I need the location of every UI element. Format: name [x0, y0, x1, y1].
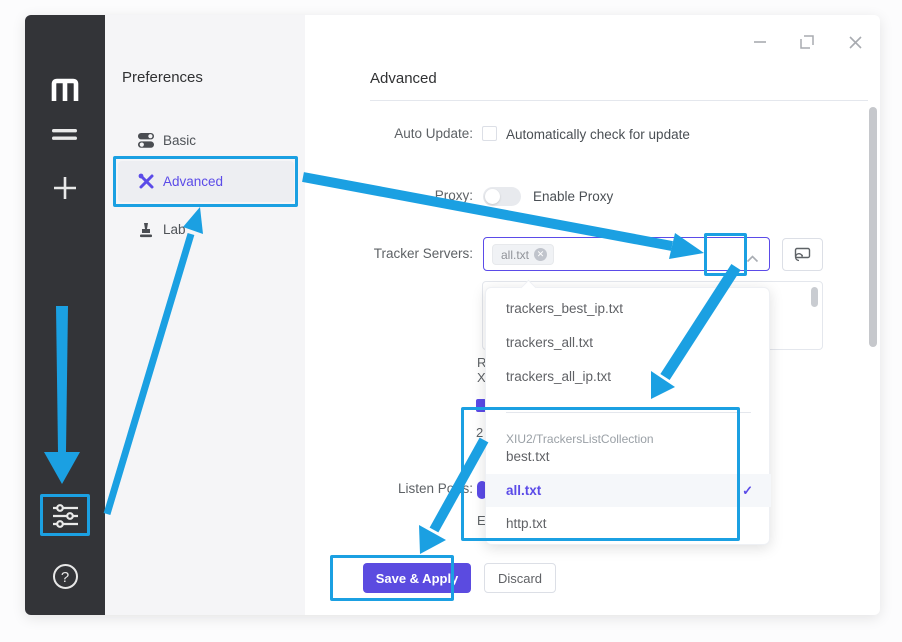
discard-button[interactable]: Discard	[484, 563, 556, 593]
chevron-up-icon[interactable]	[746, 250, 759, 268]
proxy-label: Proxy:	[330, 188, 473, 203]
tracker-select[interactable]: all.txt ✕	[483, 237, 770, 271]
sync-icon	[794, 247, 811, 262]
stamp-icon	[137, 221, 155, 239]
auto-update-label: Auto Update:	[330, 126, 473, 141]
tracker-servers-label: Tracker Servers:	[330, 246, 473, 261]
dropdown-divider	[506, 412, 751, 413]
tag-label: all.txt	[501, 248, 529, 262]
divider	[370, 100, 868, 101]
nav-item-lab[interactable]: Lab	[118, 209, 294, 250]
dropdown-item-selected[interactable]: all.txt ✓	[486, 474, 771, 507]
advanced-panel: Advanced Auto Update: Automatically chec…	[305, 15, 880, 615]
proxy-option: Enable Proxy	[533, 189, 613, 204]
preferences-nav: Preferences Basic Advanced Lab	[105, 15, 305, 615]
minimize-button[interactable]	[747, 29, 773, 55]
auto-update-option[interactable]: Automatically check for update	[506, 127, 690, 142]
dropdown-item[interactable]: best.txt	[486, 440, 771, 473]
maximize-button[interactable]	[794, 29, 820, 55]
dropdown-item[interactable]: trackers_best_ip.txt	[486, 292, 771, 325]
listen-ports-label: Listen Ports:	[330, 481, 473, 496]
auto-update-checkbox[interactable]	[482, 126, 497, 141]
proxy-toggle[interactable]	[483, 187, 521, 206]
close-button[interactable]	[842, 29, 868, 55]
dropdown-item[interactable]: trackers_all.txt	[486, 326, 771, 359]
page-title: Advanced	[370, 70, 437, 87]
app-window: ? Preferences Basic Advanced Lab	[25, 15, 880, 615]
nav-item-basic[interactable]: Basic	[118, 120, 294, 161]
preferences-title: Preferences	[122, 69, 203, 86]
motrix-logo-icon	[25, 73, 105, 107]
nav-item-advanced[interactable]: Advanced	[118, 161, 294, 202]
toggles-icon	[137, 132, 155, 150]
toggle-knob	[485, 189, 500, 204]
add-task-icon[interactable]	[25, 173, 105, 203]
app-sidebar: ?	[25, 15, 105, 615]
save-apply-button[interactable]: Save & Apply	[363, 563, 471, 593]
selected-tag[interactable]: all.txt ✕	[492, 244, 554, 265]
tools-icon	[137, 173, 155, 191]
tracker-dropdown: trackers_best_ip.txt trackers_all.txt tr…	[485, 287, 770, 545]
check-icon: ✓	[742, 474, 753, 507]
help-icon[interactable]: ?	[25, 561, 105, 591]
window-scrollbar[interactable]	[869, 107, 877, 347]
tag-close-icon[interactable]: ✕	[534, 248, 547, 261]
task-list-icon[interactable]	[25, 123, 105, 147]
nav-item-label: Lab	[163, 222, 186, 237]
sync-trackers-button[interactable]	[782, 238, 823, 271]
preferences-sliders-icon[interactable]	[25, 501, 105, 531]
occluded-text-fragment: 2	[476, 425, 485, 440]
question-mark: ?	[53, 564, 78, 589]
dropdown-item[interactable]: http.txt	[486, 507, 771, 540]
nav-item-label: Basic	[163, 133, 196, 148]
nav-item-label: Advanced	[163, 174, 223, 189]
dropdown-item[interactable]: trackers_all_ip.txt	[486, 360, 771, 393]
dropdown-item-label: all.txt	[506, 483, 541, 498]
textarea-scrollbar[interactable]	[811, 287, 818, 307]
